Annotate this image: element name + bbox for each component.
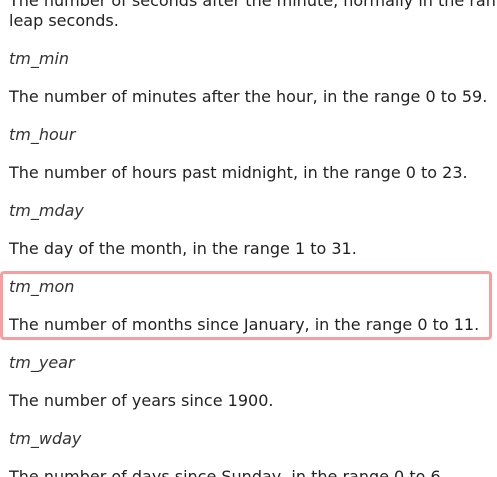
desc-tm-wday-partial: The number of days since Sunday, in the … [9,467,446,477]
desc-tm-year: The number of years since 1900. [9,391,274,410]
desc-tm-min: The number of minutes after the hour, in… [9,87,488,106]
term-tm-min: tm_min [9,49,70,68]
term-tm-year: tm_year [9,353,75,372]
term-tm-hour: tm_hour [9,125,76,144]
tm-sec-description-continued: leap seconds. [9,11,119,30]
desc-tm-hour: The number of hours past midnight, in th… [9,163,468,182]
term-tm-wday: tm_wday [9,429,82,448]
term-tm-mday: tm_mday [9,201,84,220]
term-tm-mon: tm_mon [9,277,75,296]
desc-tm-mday: The day of the month, in the range 1 to … [9,239,357,258]
desc-tm-mon: The number of months since January, in t… [9,315,480,334]
